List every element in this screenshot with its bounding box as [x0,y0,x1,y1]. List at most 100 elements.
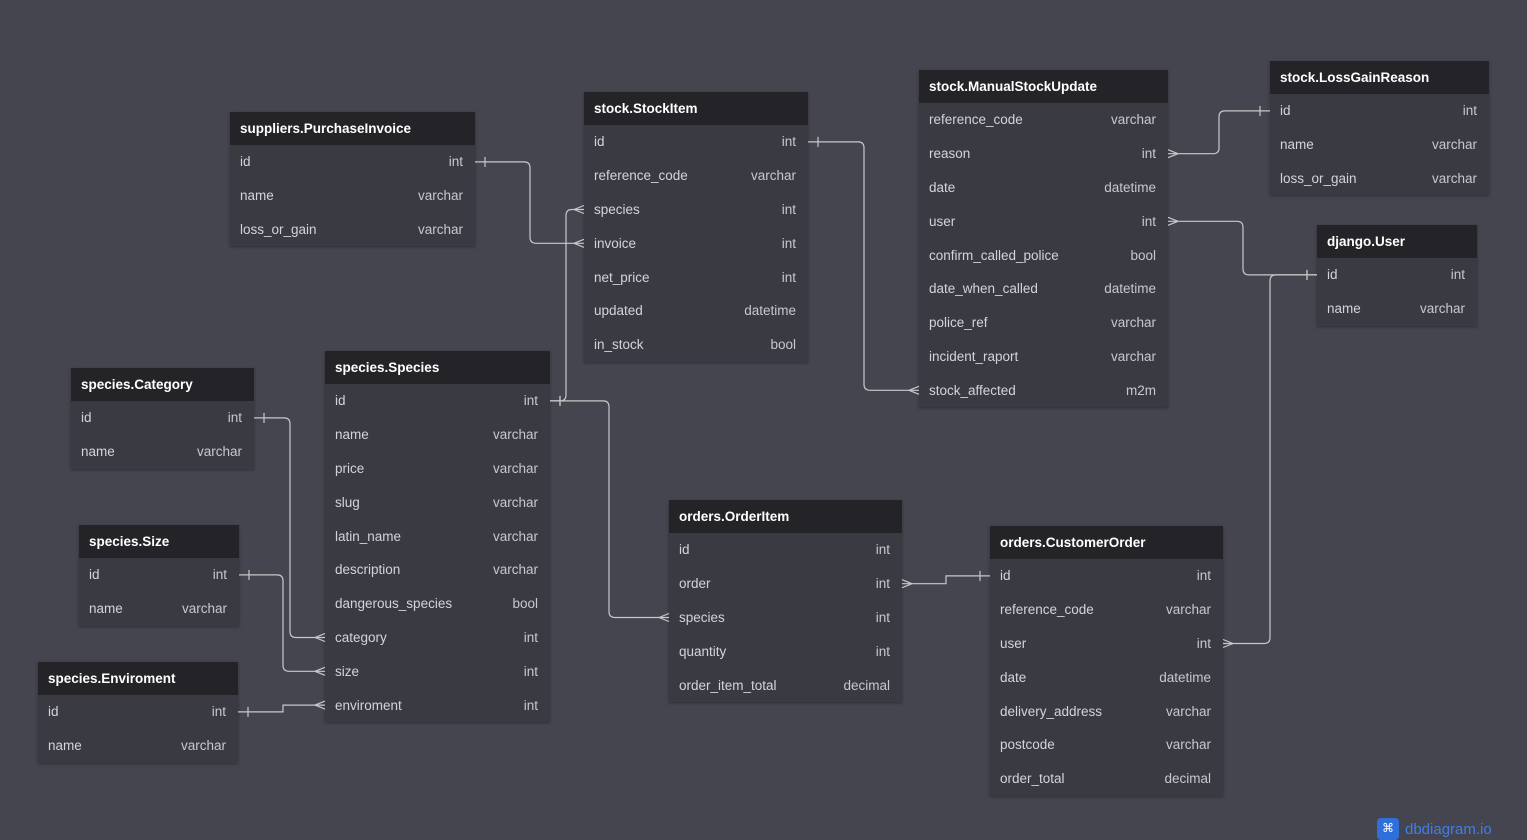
field-row[interactable]: id int [584,125,808,159]
field-row[interactable]: slug varchar [325,485,550,519]
field-row[interactable]: reference_code varchar [584,159,808,193]
table-title[interactable]: orders.CustomerOrder [990,526,1223,559]
table-title[interactable]: stock.StockItem [584,92,808,125]
field-type: varchar [492,460,538,476]
field-row[interactable]: user int [990,627,1223,661]
field-row[interactable]: id int [230,145,475,179]
field-row[interactable]: user int [919,204,1168,238]
field-row[interactable]: order int [669,567,902,601]
field-type: varchar [492,427,538,443]
table-species-enviroment[interactable]: species.Enviroment id int name varchar [38,662,238,763]
field-row[interactable]: id int [1317,258,1477,292]
field-row[interactable]: date datetime [990,660,1223,694]
field-row[interactable]: description varchar [325,553,550,587]
field-row[interactable]: confirm_called_police bool [919,238,1168,272]
field-row[interactable]: name varchar [325,418,550,452]
table-species-category[interactable]: species.Category id int name varchar [71,368,254,469]
field-row[interactable]: incident_raport varchar [919,340,1168,374]
table-title[interactable]: suppliers.PurchaseInvoice [230,112,475,145]
field-row[interactable]: quantity int [669,634,902,668]
table-django-user[interactable]: django.User id int name varchar [1317,225,1477,326]
field-row[interactable]: stock_affected m2m [919,373,1168,407]
field-row[interactable]: category int [325,621,550,655]
field-row[interactable]: id int [71,401,254,435]
field-row[interactable]: name varchar [71,435,254,469]
field-row[interactable]: dangerous_species bool [325,587,550,621]
table-order-item[interactable]: orders.OrderItem id int order int species int q… [669,500,902,702]
table-title[interactable]: stock.ManualStockUpdate [919,70,1168,103]
field-row[interactable]: id int [990,559,1223,593]
field-row[interactable]: species int [669,601,902,635]
field-name: date [1000,669,1027,685]
field-type: int [1196,635,1211,651]
field-type: int [1462,103,1477,119]
field-row[interactable]: price varchar [325,452,550,486]
field-row[interactable]: id int [38,695,238,729]
table-title[interactable]: django.User [1317,225,1477,258]
table-title[interactable]: stock.LossGainReason [1270,61,1489,94]
field-row[interactable]: reference_code varchar [990,593,1223,627]
field-name: price [335,460,365,476]
field-row[interactable]: date_when_called datetime [919,272,1168,306]
table-species-species[interactable]: species.Species id int name varchar price varc… [325,351,550,722]
field-row[interactable]: updated datetime [584,294,808,328]
table-loss-gain-reason[interactable]: stock.LossGainReason id int name varchar loss… [1270,61,1489,196]
field-row[interactable]: latin_name varchar [325,519,550,553]
field-row[interactable]: order_total decimal [990,762,1223,796]
table-title[interactable]: species.Enviroment [38,662,238,695]
field-row[interactable]: order_item_total decimal [669,668,902,702]
field-type: varchar [750,168,796,184]
field-row[interactable]: in_stock bool [584,328,808,362]
field-row[interactable]: name varchar [1270,128,1489,162]
field-row[interactable]: date datetime [919,171,1168,205]
field-type: int [211,704,226,720]
field-name: reference_code [594,168,688,184]
field-row[interactable]: loss_or_gain varchar [1270,162,1489,196]
table-manual-stock-update[interactable]: stock.ManualStockUpdate reference_code var… [919,70,1168,408]
field-type: int [781,235,796,251]
field-row[interactable]: species int [584,193,808,227]
field-row[interactable]: name varchar [230,179,475,213]
field-type: datetime [744,303,796,319]
diagram-canvas[interactable]: suppliers.PurchaseInvoice id int name varcha… [0,0,1527,836]
field-name: reason [929,146,971,162]
field-row[interactable]: id int [325,384,550,418]
field-name: date [929,179,956,195]
field-row[interactable]: net_price int [584,260,808,294]
field-row[interactable]: size int [325,654,550,688]
field-row[interactable]: name varchar [79,592,239,626]
field-row[interactable]: police_ref varchar [919,306,1168,340]
field-type: decimal [843,677,890,693]
table-stock-item[interactable]: stock.StockItem id int reference_code varcha… [584,92,808,362]
table-purchase-invoice[interactable]: suppliers.PurchaseInvoice id int name varcha… [230,112,475,247]
field-row[interactable]: name varchar [1317,292,1477,326]
field-row[interactable]: postcode varchar [990,728,1223,762]
field-row[interactable]: invoice int [584,226,808,260]
field-row[interactable]: id int [1270,94,1489,128]
table-species-size[interactable]: species.Size id int name varchar [79,525,239,626]
field-row[interactable]: loss_or_gain varchar [230,213,475,247]
table-title[interactable]: species.Size [79,525,239,558]
field-type: datetime [1104,179,1156,195]
table-title[interactable]: orders.OrderItem [669,500,902,533]
field-name: user [1000,635,1027,651]
field-name: invoice [594,235,637,251]
field-row[interactable]: enviroment int [325,688,550,722]
field-row[interactable]: reason int [919,137,1168,171]
field-row[interactable]: reference_code varchar [919,103,1168,137]
field-type: m2m [1126,382,1156,398]
field-type: varchar [1110,315,1156,331]
table-title[interactable]: species.Category [71,368,254,401]
table-customer-order[interactable]: orders.CustomerOrder id int reference_code v… [990,526,1223,796]
field-name: name [89,601,123,617]
field-row[interactable]: id int [79,558,239,592]
field-type: varchar [417,221,463,237]
brand[interactable]: ⌘ dbdiagram.io [1377,818,1492,840]
field-row[interactable]: name varchar [38,729,238,763]
field-name: id [89,567,100,583]
table-title[interactable]: species.Species [325,351,550,384]
field-row[interactable]: delivery_address varchar [990,694,1223,728]
field-type: varchar [417,188,463,204]
field-row[interactable]: id int [669,533,902,567]
field-name: loss_or_gain [240,221,317,237]
